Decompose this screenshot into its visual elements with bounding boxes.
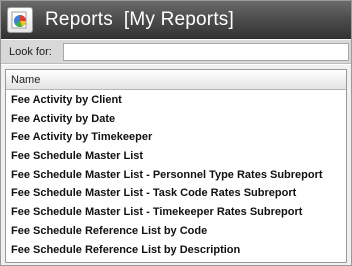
list-item[interactable]: Fee Schedule Master List xyxy=(6,147,346,166)
look-for-bar: Look for: xyxy=(1,40,351,64)
window-title: Reports [My Reports] xyxy=(45,9,234,30)
report-rows: Fee Activity by Client Fee Activity by D… xyxy=(6,91,346,259)
list-item[interactable]: Fee Activity by Date xyxy=(6,110,346,129)
list-item[interactable]: Fee Schedule Master List - Task Code Rat… xyxy=(6,184,346,203)
list-item[interactable]: Fee Activity by Timekeeper xyxy=(6,128,346,147)
title-bar: Reports [My Reports] xyxy=(1,1,351,39)
column-header-name[interactable]: Name xyxy=(6,70,346,90)
list-item[interactable]: Fee Schedule Master List - Personnel Typ… xyxy=(6,166,346,185)
reports-list: Name Fee Activity by Client Fee Activity… xyxy=(5,69,347,263)
list-item[interactable]: Fee Activity by Client xyxy=(6,91,346,110)
look-for-input[interactable] xyxy=(63,43,349,61)
list-area: Name Fee Activity by Client Fee Activity… xyxy=(1,65,351,265)
column-header-label: Name xyxy=(11,74,41,86)
list-item[interactable]: Fee Schedule Master List - Timekeeper Ra… xyxy=(6,203,346,222)
reports-app-icon xyxy=(7,7,33,33)
list-item[interactable]: Fee Schedule Reference List by Code xyxy=(6,222,346,241)
reports-window: Reports [My Reports] Look for: Name Fee … xyxy=(0,0,352,266)
look-for-label: Look for: xyxy=(9,46,52,58)
list-item[interactable]: Fee Schedule Reference List by Descripti… xyxy=(6,241,346,260)
